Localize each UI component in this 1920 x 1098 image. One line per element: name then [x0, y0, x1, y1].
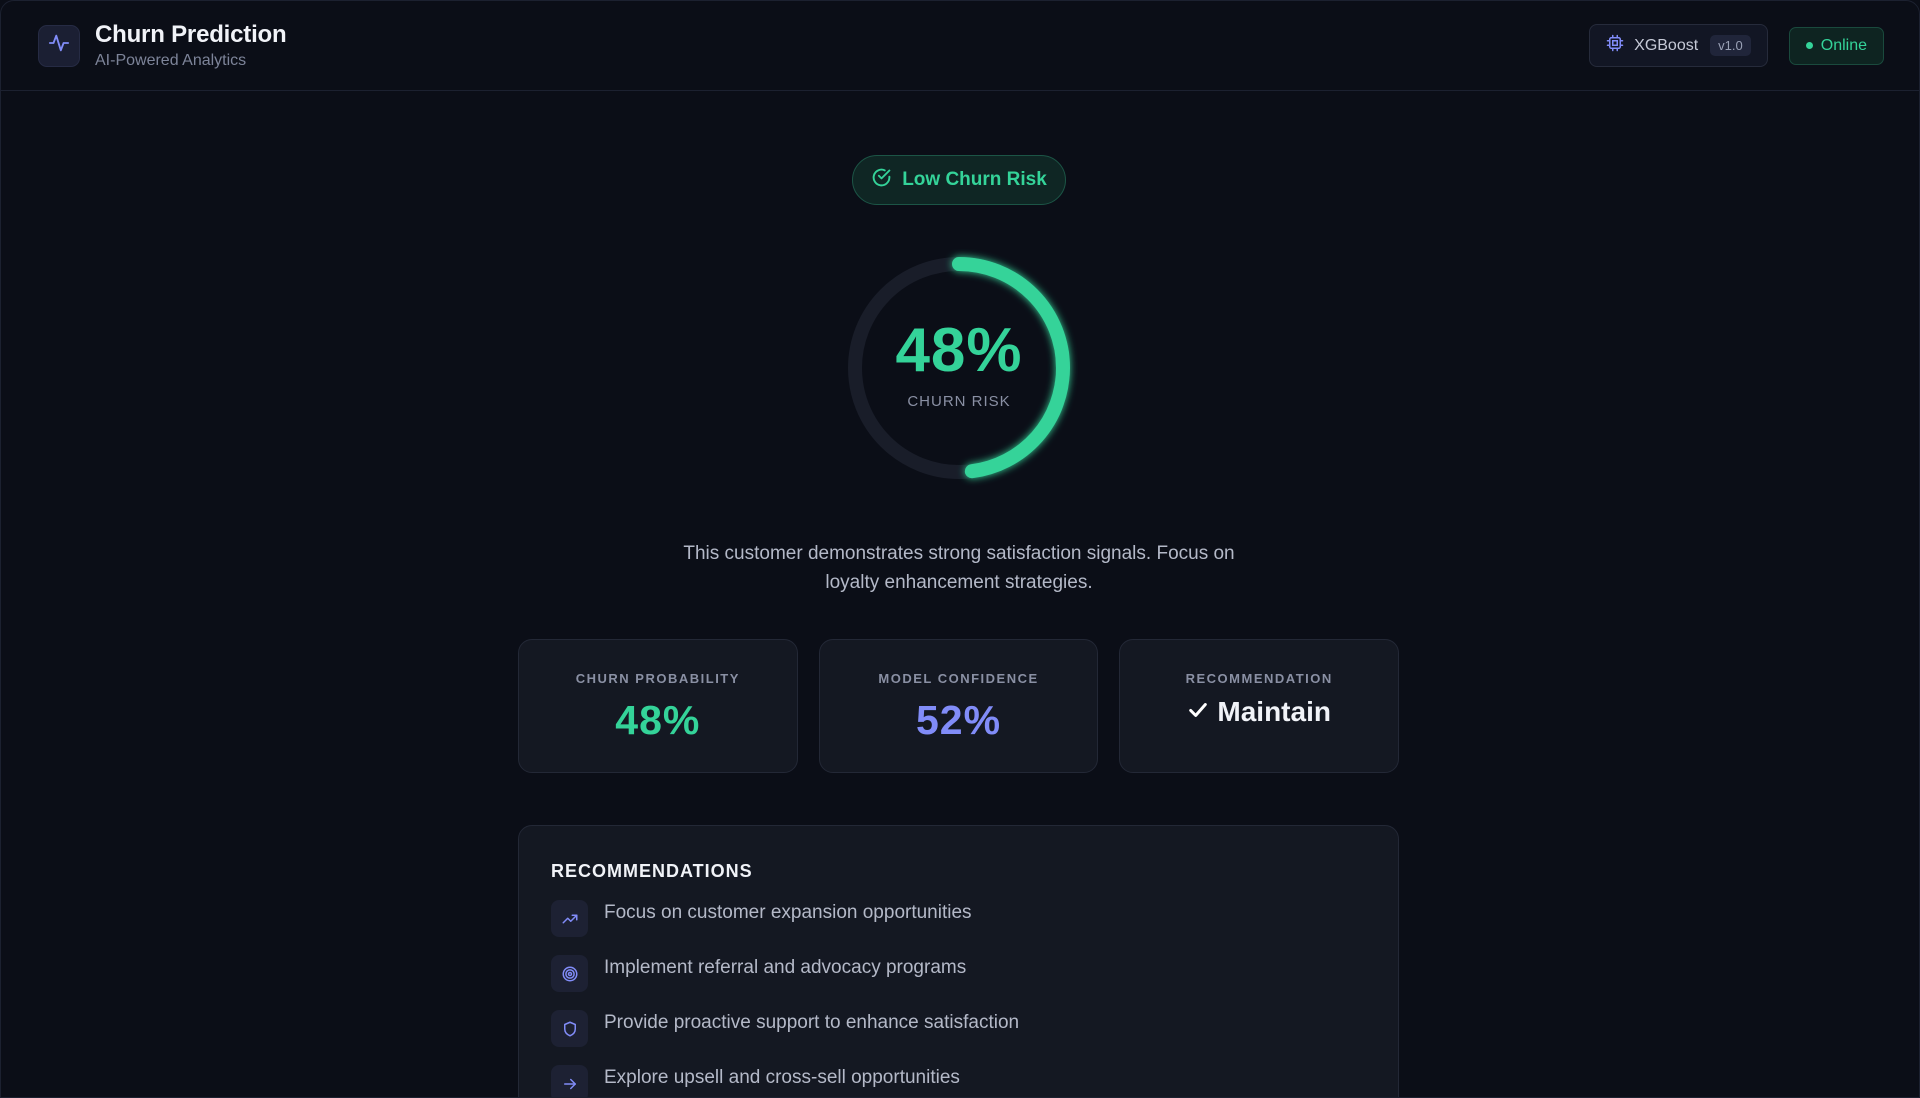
app-title: Churn Prediction [95, 21, 287, 48]
check-circle-icon [871, 167, 892, 194]
recommendation-text: Provide proactive support to enhance sat… [604, 1012, 1020, 1033]
app-frame: Churn Prediction AI-Powered Analytics XG… [0, 0, 1920, 1098]
model-selector[interactable]: XGBoost v1.0 [1589, 24, 1768, 67]
model-name: XGBoost [1634, 36, 1699, 54]
list-item: Explore upsell and cross-sell opportunit… [551, 1065, 1366, 1097]
app-subtitle: AI-Powered Analytics [95, 52, 247, 69]
recommendation-value: Maintain [1217, 696, 1331, 727]
model-confidence-value: 52% [915, 697, 1002, 743]
list-item: Implement referral and advocacy programs [551, 955, 1366, 1010]
recommendations-panel: RECOMMENDATIONS Focus on customer expans… [518, 825, 1399, 1097]
header-actions: XGBoost v1.0 Online [1589, 24, 1884, 67]
arrow-right-icon [551, 1065, 588, 1097]
recommendations-title: RECOMMENDATIONS [551, 861, 753, 881]
activity-icon [48, 32, 70, 59]
status-dot-icon [1805, 42, 1813, 49]
risk-summary-text: This customer demonstrates strong satisf… [683, 543, 1235, 593]
recommendation-text: Explore upsell and cross-sell opportunit… [604, 1067, 960, 1088]
risk-level-badge: Low Churn Risk [852, 155, 1066, 205]
trending-up-icon [551, 900, 588, 937]
status-text: Online [1820, 36, 1867, 54]
gauge-value: 48% [895, 316, 1023, 385]
brand: Churn Prediction AI-Powered Analytics [95, 21, 287, 70]
list-item: Provide proactive support to enhance sat… [551, 1010, 1366, 1065]
stat-label: CHURN PROBABILITY [575, 671, 740, 686]
status-badge: Online [1788, 26, 1884, 65]
recommendations-list: Focus on customer expansion opportunitie… [551, 900, 1366, 1097]
shield-icon [551, 1010, 588, 1047]
recommendation-value-row: Maintain [1187, 696, 1331, 728]
model-confidence-card: MODEL CONFIDENCE 52% [818, 639, 1099, 773]
stat-label: RECOMMENDATION [1185, 671, 1333, 686]
churn-probability-value: 48% [615, 697, 701, 743]
checkmark-icon [1187, 696, 1209, 728]
logo [38, 24, 80, 67]
recommendation-text: Focus on customer expansion opportunitie… [604, 902, 972, 923]
churn-probability-card: CHURN PROBABILITY 48% [518, 639, 798, 773]
recommendation-card: RECOMMENDATION Maintain [1119, 639, 1400, 773]
stat-cards: CHURN PROBABILITY 48% MODEL CONFIDENCE 5… [518, 639, 1400, 773]
model-version-badge: v1.0 [1710, 35, 1751, 56]
top-bar: Churn Prediction AI-Powered Analytics XG… [1, 1, 1919, 91]
cpu-icon [1606, 34, 1624, 57]
churn-risk-gauge: 48% CHURN RISK [840, 249, 1078, 487]
target-icon [551, 955, 588, 992]
gauge-label: CHURN RISK [907, 393, 1011, 410]
risk-level-label: Low Churn Risk [902, 169, 1047, 190]
stat-label: MODEL CONFIDENCE [878, 671, 1039, 686]
list-item: Focus on customer expansion opportunitie… [551, 900, 1366, 955]
recommendation-text: Implement referral and advocacy programs [604, 957, 967, 978]
